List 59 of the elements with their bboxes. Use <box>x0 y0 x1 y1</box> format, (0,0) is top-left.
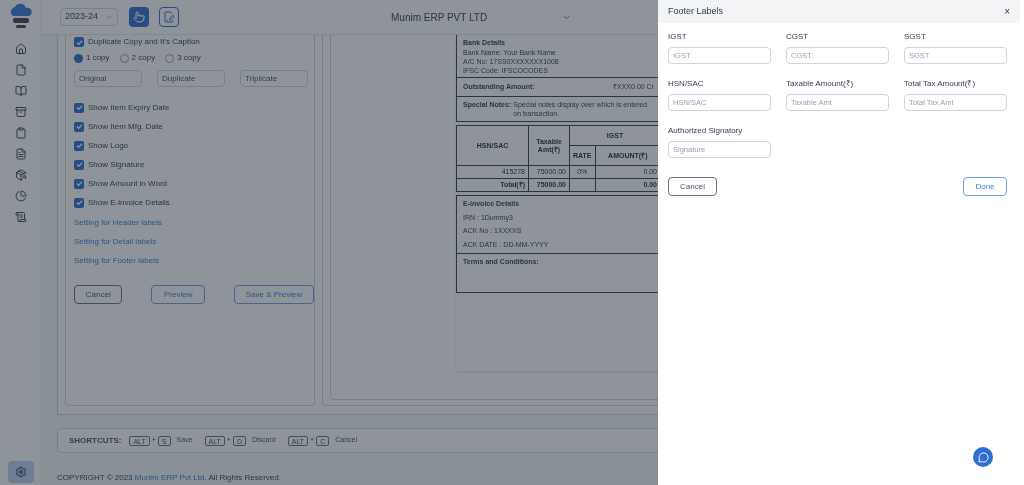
archive-icon <box>14 106 27 118</box>
option-label: Show Item Mfg. Date <box>88 120 163 133</box>
close-button[interactable]: × <box>1004 6 1010 17</box>
caption-field[interactable]: Triplicate <box>240 70 308 87</box>
settings-link[interactable]: Setting for Detail labels <box>74 236 157 247</box>
settings-link[interactable]: Setting for Header labels <box>74 217 163 228</box>
package-icon <box>14 169 27 181</box>
copy-radio[interactable]: 3 copy <box>165 52 201 64</box>
settings-button[interactable] <box>7 461 34 483</box>
checkbox[interactable] <box>74 159 84 170</box>
checkbox[interactable] <box>74 197 84 208</box>
option-label: Show Signature <box>88 158 145 171</box>
scroll-icon <box>14 211 27 223</box>
book-icon <box>14 85 27 97</box>
edit-icon <box>163 11 175 23</box>
option-label: Show E-invoice Details <box>88 196 170 209</box>
caption-field[interactable]: Duplicate <box>157 70 225 87</box>
hand-icon <box>133 11 145 23</box>
panel-button[interactable]: Cancel <box>74 285 123 304</box>
panel-button[interactable]: Preview <box>151 285 205 304</box>
drawer-button[interactable]: Done <box>963 177 1007 196</box>
chat-button[interactable] <box>973 447 993 467</box>
panel-button[interactable]: Save & Preview <box>233 285 314 304</box>
shortcuts-label: SHORTCUTS: <box>69 434 122 447</box>
caption-field[interactable]: Original <box>74 70 142 87</box>
drawer-title: Footer Labels <box>668 4 724 18</box>
field-label: Authorized Signatory <box>668 125 743 137</box>
settings-link[interactable]: Setting for Footer labels <box>74 255 159 266</box>
company-name: Munim ERP PVT LTD <box>391 10 488 25</box>
field-label: CGST <box>786 31 809 43</box>
home-icon <box>14 43 27 55</box>
option-label: Duplicate Copy and It's Caption <box>88 38 200 46</box>
drawer-button[interactable]: Cancel <box>668 177 717 196</box>
hand-button[interactable] <box>129 7 149 27</box>
document-icon <box>14 148 27 160</box>
option-label: Show Item Expiry Date <box>88 101 170 114</box>
chevron-icon <box>105 13 113 21</box>
copy-radio[interactable]: 1 copy <box>74 52 110 64</box>
field-label: Total Tax Amount(₹) <box>904 78 976 90</box>
clipboard-icon <box>14 127 27 139</box>
copy-radio[interactable]: 2 copy <box>119 52 156 64</box>
pie-chart-icon <box>14 190 27 202</box>
checkbox[interactable] <box>74 37 84 47</box>
field-label: SGST <box>904 31 926 43</box>
field-label: HSN/SAC <box>668 78 704 90</box>
year-select[interactable]: 2023-24 <box>60 8 118 26</box>
settings-icon <box>14 466 27 478</box>
copyright-text: COPYRIGHT © 2023 Munim ERP Pvt Ltd, All Rights Reserved. <box>57 472 281 484</box>
option-label: Show Amount in Word <box>88 177 167 190</box>
chat-icon <box>977 451 989 463</box>
checkbox[interactable] <box>74 140 84 151</box>
option-label: Show Logo <box>88 139 129 152</box>
field-label: Taxable Amount(₹) <box>786 78 854 90</box>
edit-button[interactable] <box>159 7 179 27</box>
checkbox[interactable] <box>74 178 84 189</box>
checkbox[interactable] <box>74 121 84 132</box>
file-icon <box>14 64 27 76</box>
field-label: IGST <box>668 31 687 43</box>
checkbox[interactable] <box>74 102 84 113</box>
